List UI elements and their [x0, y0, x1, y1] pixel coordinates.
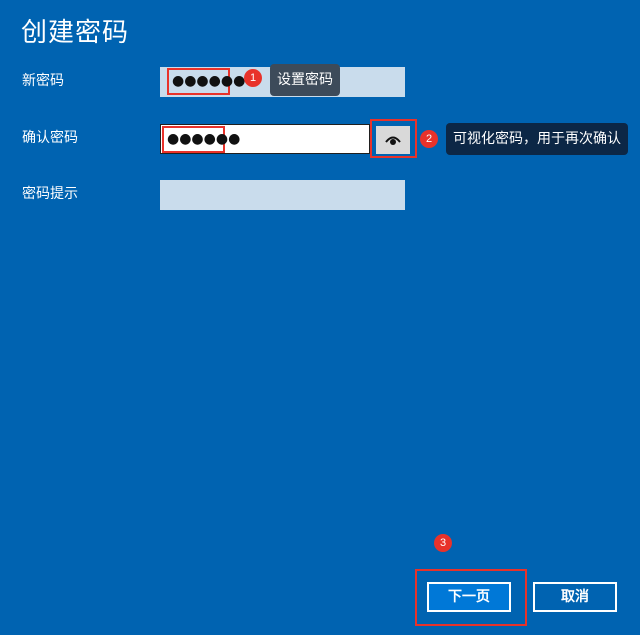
annotation-tooltip-1: 设置密码	[270, 64, 340, 96]
annotation-badge-1: 1	[244, 69, 262, 87]
new-password-value: ●●●●●●	[167, 68, 245, 95]
confirm-password-label: 确认密码	[22, 130, 78, 146]
eye-icon	[385, 131, 401, 150]
confirm-password-value: ●●●●●●	[162, 126, 240, 153]
reveal-highlight	[370, 119, 417, 158]
annotation-badge-2: 2	[420, 130, 438, 148]
password-hint-input[interactable]	[160, 180, 405, 210]
next-button[interactable]: 下一页	[427, 582, 511, 612]
cancel-button[interactable]: 取消	[533, 582, 617, 612]
page-title: 创建密码	[21, 18, 130, 48]
new-password-label: 新密码	[22, 73, 64, 89]
annotation-badge-3: 3	[434, 534, 452, 552]
password-hint-label: 密码提示	[22, 186, 78, 202]
reveal-password-button[interactable]	[376, 126, 410, 154]
annotation-tooltip-2: 可视化密码，用于再次确认	[446, 123, 628, 155]
